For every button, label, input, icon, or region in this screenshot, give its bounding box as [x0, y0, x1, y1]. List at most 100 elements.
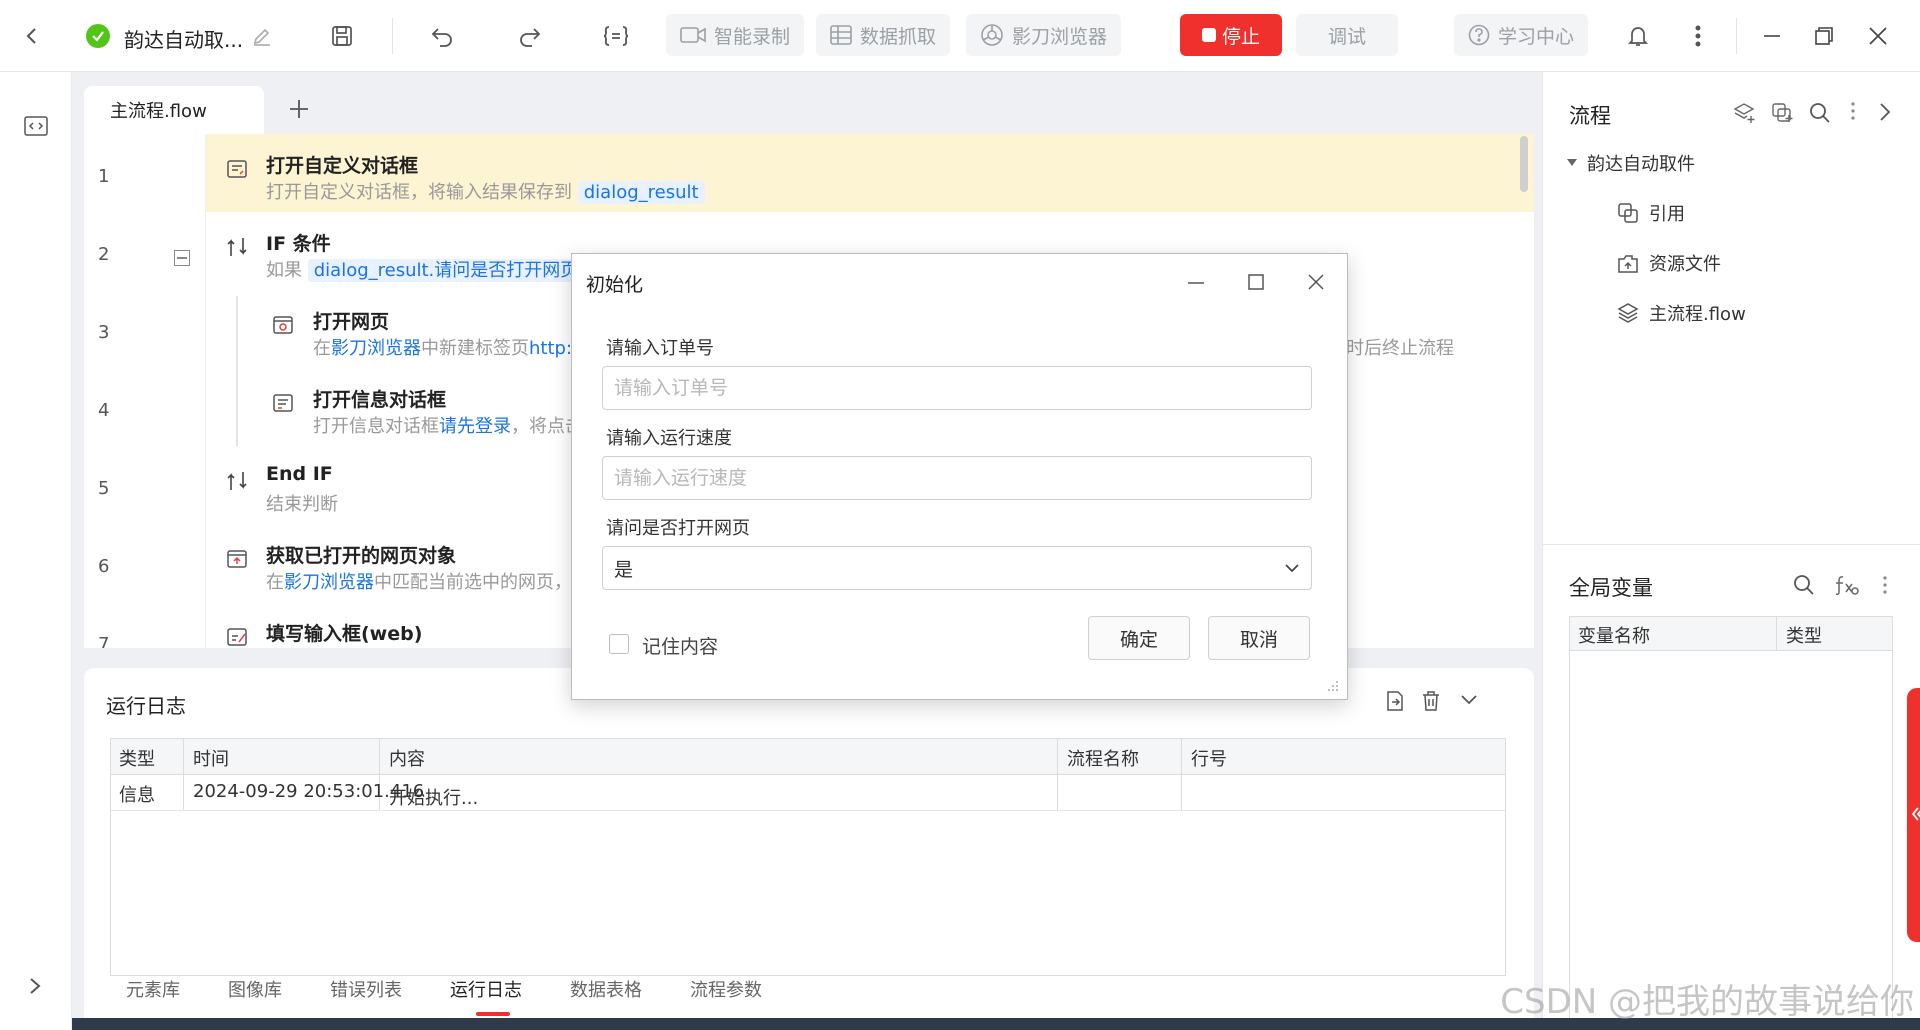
order-number-input[interactable]	[602, 366, 1312, 410]
message-link[interactable]: 请先登录	[439, 416, 511, 437]
export-log-icon[interactable]	[1384, 690, 1406, 712]
dialog-close-icon[interactable]	[1306, 272, 1326, 292]
dialog-maximize-icon[interactable]	[1246, 272, 1266, 292]
restore-icon[interactable]	[1806, 18, 1842, 54]
variables-icon[interactable]	[598, 18, 634, 54]
line-number: 3	[98, 322, 110, 343]
variable-chip[interactable]: dialog_result.请问是否打开网页	[307, 259, 585, 282]
browser-link[interactable]: 影刀浏览器	[331, 338, 421, 359]
add-subflow-icon[interactable]	[1733, 102, 1757, 124]
chevron-right-icon[interactable]	[1879, 102, 1891, 122]
search-icon[interactable]	[1809, 102, 1831, 124]
tree-item-label: 主流程.flow	[1649, 304, 1746, 325]
status-ok-icon	[86, 24, 110, 48]
cancel-button[interactable]: 取消	[1208, 616, 1310, 660]
data-scrape-button[interactable]: 数据抓取	[816, 14, 951, 56]
resize-grip-icon[interactable]	[1324, 678, 1340, 694]
init-dialog: 初始化 请输入订单号 请输入运行速度 请问是否打开网页 是 记住内容 确定 取消	[571, 253, 1348, 700]
browser-link[interactable]: 影刀浏览器	[284, 572, 374, 593]
tree-item-resources[interactable]: 资源文件	[1617, 250, 1721, 276]
variable-chip[interactable]: dialog_result	[577, 181, 705, 204]
step-title[interactable]: 填写输入框(web)	[266, 619, 422, 646]
add-tab-icon[interactable]	[288, 98, 310, 120]
step-title[interactable]: 打开信息对话框	[313, 385, 446, 412]
url-link[interactable]: http:	[529, 338, 572, 359]
step-description: 打开信息对话框请先登录，将点击	[313, 412, 583, 438]
delete-log-icon[interactable]	[1420, 690, 1442, 712]
log-table: 类型 时间 内容 流程名称 行号 信息 2024-09-29 20:53:01.…	[110, 738, 1506, 976]
save-icon[interactable]	[324, 18, 360, 54]
tree-root-label: 韵达自动取件	[1587, 154, 1695, 175]
tab-element-library[interactable]: 元素库	[126, 976, 180, 1002]
step-description: 结束判断	[266, 494, 338, 515]
column-header: 行号	[1191, 749, 1227, 770]
expand-left-icon[interactable]	[28, 976, 42, 996]
dialog-minimize-icon[interactable]	[1186, 272, 1206, 292]
code-view-icon[interactable]	[24, 116, 48, 136]
step-title[interactable]: IF 条件	[266, 229, 331, 256]
copy-flow-icon[interactable]	[1771, 102, 1795, 124]
column-divider	[1776, 617, 1777, 651]
tree-item-reference[interactable]: 引用	[1617, 200, 1685, 226]
debug-button[interactable]: 调试	[1296, 14, 1398, 56]
table-row[interactable]: 信息 2024-09-29 20:53:01.416 开始执行...	[111, 775, 1505, 811]
collapse-toggle[interactable]	[174, 250, 190, 266]
step-title[interactable]: 打开自定义对话框	[266, 151, 418, 178]
debug-label: 调试	[1327, 25, 1366, 48]
more-icon[interactable]	[1851, 102, 1855, 120]
left-rail	[0, 72, 72, 1030]
tab-main-flow[interactable]: 主流程.flow	[84, 86, 264, 134]
step-title[interactable]: 打开网页	[313, 307, 389, 334]
watermark: CSDN @把我的故事说给你	[1500, 982, 1914, 1022]
tree-root[interactable]: 韵达自动取件	[1567, 150, 1695, 176]
globals-title: 全局变量	[1569, 576, 1653, 600]
undo-icon[interactable]	[424, 18, 460, 54]
step-desc-text: 打开信息对话框	[313, 416, 439, 437]
learning-center-button[interactable]: 学习中心	[1454, 14, 1589, 56]
step-desc-text: 打开自定义对话框，将输入结果保存到	[266, 182, 572, 203]
column-header: 类型	[1786, 626, 1822, 647]
function-icon[interactable]	[1833, 574, 1859, 596]
chevron-down-icon	[1285, 564, 1299, 573]
edit-name-icon[interactable]	[252, 26, 272, 46]
tab-flow-params[interactable]: 流程参数	[690, 976, 762, 1002]
run-log-panel: 运行日志 类型 时间 内容 流程名称 行号 信息 2024-09-29 20:5…	[84, 668, 1534, 1030]
tree-item-label: 资源文件	[1649, 254, 1721, 275]
search-icon[interactable]	[1793, 574, 1815, 596]
tab-data-table[interactable]: 数据表格	[570, 976, 642, 1002]
collapse-panel-icon[interactable]	[1460, 694, 1478, 706]
more-icon[interactable]	[1883, 576, 1887, 594]
tree-item-label: 引用	[1649, 204, 1685, 225]
step-title[interactable]: 获取已打开的网页对象	[266, 541, 456, 568]
learning-center-label: 学习中心	[1498, 25, 1575, 48]
close-icon[interactable]	[1860, 18, 1896, 54]
tab-image-library[interactable]: 图像库	[228, 976, 282, 1002]
more-icon[interactable]	[1680, 18, 1716, 54]
tree-item-main-flow[interactable]: 主流程.flow	[1617, 300, 1746, 326]
title-bar: 韵达自动取... 智能录制 数据抓取 影刀浏览器 停止 调试 学习中心	[0, 0, 1920, 72]
back-icon[interactable]	[14, 18, 50, 54]
confirm-button[interactable]: 确定	[1088, 616, 1190, 660]
column-header: 变量名称	[1578, 626, 1650, 647]
open-webpage-select[interactable]: 是	[602, 546, 1312, 590]
step-description-tail: 时后终止流程	[1346, 338, 1454, 359]
stop-button[interactable]: 停止	[1180, 14, 1282, 56]
browser-button[interactable]: 影刀浏览器	[966, 14, 1122, 56]
floating-side-tab[interactable]	[1907, 688, 1920, 942]
project-name[interactable]: 韵达自动取...	[124, 24, 243, 53]
tab-label: 主流程.flow	[110, 101, 207, 122]
editor-scrollbar[interactable]	[1520, 136, 1528, 192]
bell-icon[interactable]	[1620, 18, 1656, 54]
minimize-icon[interactable]	[1754, 18, 1790, 54]
tab-run-log[interactable]: 运行日志	[450, 976, 522, 1002]
step-title[interactable]: End IF	[266, 463, 333, 485]
tab-error-list[interactable]: 错误列表	[330, 976, 402, 1002]
log-table-header: 类型 时间 内容 流程名称 行号	[111, 739, 1505, 775]
run-speed-input[interactable]	[602, 456, 1312, 500]
flow-panel-title: 流程	[1569, 104, 1611, 128]
redo-icon[interactable]	[512, 18, 548, 54]
smart-record-button[interactable]: 智能录制	[666, 14, 805, 56]
column-header: 类型	[119, 749, 155, 770]
remember-checkbox[interactable]	[609, 634, 629, 654]
open-webpage-label: 请问是否打开网页	[606, 518, 750, 539]
